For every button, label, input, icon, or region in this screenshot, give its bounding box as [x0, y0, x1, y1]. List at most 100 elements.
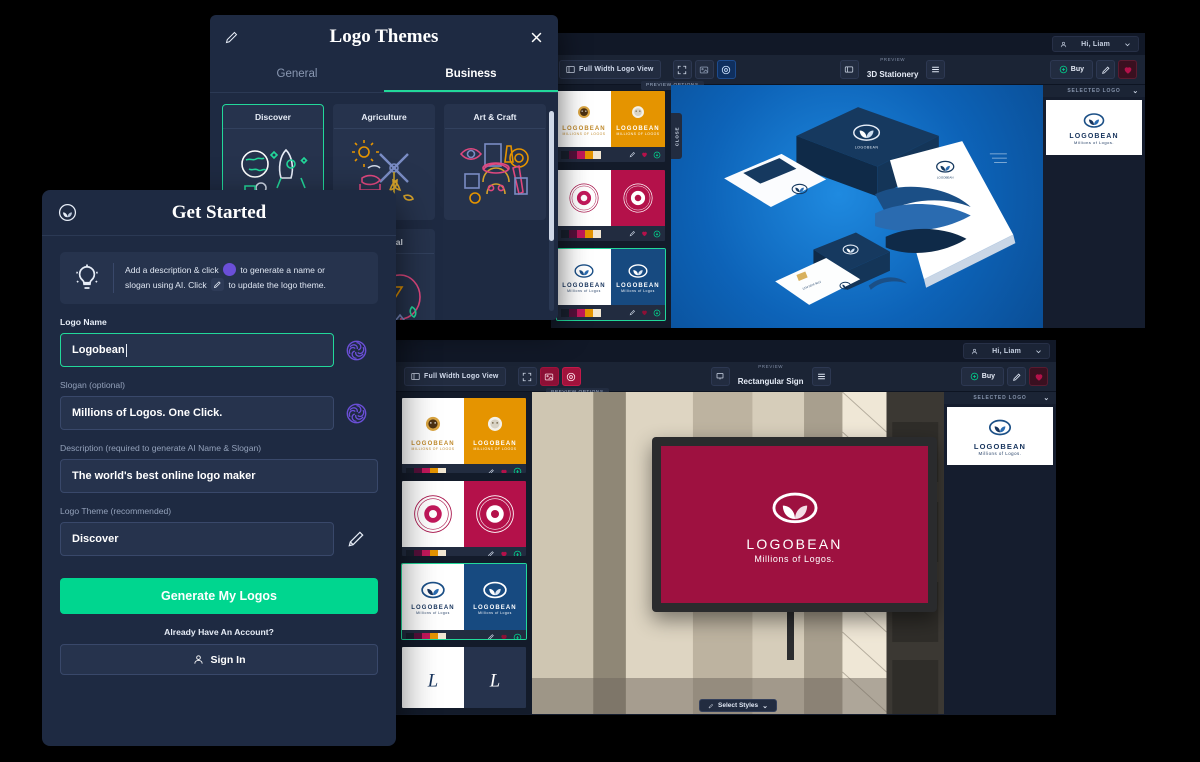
preview-canvas-stationery[interactable]: CLOSE LOGOBEAN LOGOBEAN 1234 5678 9012: [671, 85, 1043, 328]
collapse-sidebar-tab[interactable]: CLOSE: [671, 113, 682, 159]
preview-type-icon[interactable]: [710, 367, 730, 386]
generate-name-ai-button[interactable]: [334, 333, 378, 367]
selected-logo-card[interactable]: LOGOBEAN Millions of Logos.: [1046, 100, 1142, 155]
palette-icon[interactable]: [716, 60, 736, 79]
user-menu[interactable]: Hi, Liam: [963, 343, 1050, 359]
pencil-icon[interactable]: [629, 151, 636, 158]
close-icon[interactable]: [529, 30, 544, 45]
hint-line2-end: to update the logo theme.: [228, 280, 326, 291]
selected-logo-card[interactable]: LOGOBEAN Millions of Logos.: [947, 407, 1053, 465]
download-icon[interactable]: [513, 467, 522, 474]
full-width-logo-view-button[interactable]: Full Width Logo View: [559, 60, 661, 79]
pencil-icon[interactable]: [487, 633, 495, 639]
slogan-input[interactable]: Millions of Logos. One Click.: [60, 396, 334, 431]
preview-canvas-sign[interactable]: CLOSE: [532, 392, 944, 714]
heart-icon[interactable]: [641, 309, 648, 316]
field-logo-theme: Logo Theme (recommended) Discover: [60, 506, 378, 557]
buy-button[interactable]: Buy: [960, 367, 1005, 386]
leaf-mark-icon: [628, 264, 648, 278]
logo-thumbnail[interactable]: LOGOBEAN MILLIONS OF LOGOS LOGOBEAN MILLIO…: [401, 397, 527, 474]
fullscreen-icon[interactable]: [672, 60, 692, 79]
field-label: Logo Theme (recommended): [60, 506, 378, 516]
image-icon[interactable]: [694, 60, 714, 79]
user-menu[interactable]: Hi, Liam: [1052, 36, 1139, 52]
logo-name-input[interactable]: Logobean: [60, 333, 334, 368]
image-icon[interactable]: [539, 367, 559, 386]
full-width-logo-view-button[interactable]: Full Width Logo View: [404, 367, 506, 386]
sign-board[interactable]: LOGOBEAN Millions of Logos.: [652, 437, 937, 612]
pencil-icon[interactable]: [224, 30, 239, 45]
field-logo-name: Logo Name Logobean: [60, 317, 378, 368]
selected-logo-header[interactable]: SELECTED LOGO ⌄: [1043, 85, 1145, 97]
download-icon[interactable]: [513, 633, 522, 640]
hamburger-icon[interactable]: [811, 367, 831, 386]
pencil-icon[interactable]: [487, 468, 495, 474]
edit-logo-theme-button[interactable]: [334, 522, 378, 556]
pencil-icon[interactable]: [629, 230, 636, 237]
field-slogan: Slogan (optional) Millions of Logos. One…: [60, 380, 378, 431]
download-icon[interactable]: [653, 230, 661, 238]
edit-logo-button[interactable]: [1096, 60, 1116, 79]
generate-my-logos-button[interactable]: Generate My Logos: [60, 578, 378, 615]
field-label-text: Description: [60, 443, 103, 454]
leaf-mark-icon: [483, 582, 507, 599]
logo-thumbnail-selected[interactable]: LOGOBEAN Millions of Logos LOGOBEAN Millio…: [556, 248, 666, 321]
logo-theme-value: Discover: [72, 533, 119, 546]
heart-icon[interactable]: [641, 151, 648, 158]
buy-label: Buy: [1070, 66, 1085, 73]
pencil-icon[interactable]: [487, 550, 495, 556]
heart-icon[interactable]: [500, 468, 508, 474]
heart-icon[interactable]: [500, 633, 508, 639]
preview-type-icon[interactable]: [839, 60, 859, 79]
heart-icon[interactable]: [641, 230, 648, 237]
panel-header: Get Started: [42, 190, 396, 236]
logo-thumbnail[interactable]: [401, 480, 527, 557]
logo-thumbnail[interactable]: [556, 169, 666, 242]
modal-scrollbar[interactable]: [549, 111, 554, 311]
hamburger-icon[interactable]: [926, 60, 946, 79]
split-view-icon: [566, 66, 575, 73]
style-toolbar: ICON PALETTE Michroma FONT: [396, 714, 1056, 715]
tab-general[interactable]: General: [210, 59, 384, 92]
heart-icon: [1035, 373, 1042, 381]
download-icon[interactable]: [513, 550, 522, 557]
logo-thumbnail-bar: [402, 546, 526, 557]
pencil-icon[interactable]: [629, 309, 636, 316]
user-icon: [972, 348, 978, 354]
palette-swatches: [406, 550, 446, 556]
ring-mark-icon: [414, 495, 452, 533]
select-styles-label: Select Styles: [718, 702, 759, 709]
download-icon[interactable]: [653, 151, 661, 159]
download-icon[interactable]: [653, 309, 661, 317]
description-input[interactable]: The world's best online logo maker: [60, 459, 378, 494]
selected-logo-slogan: Millions of Logos.: [1074, 140, 1114, 145]
favorite-button[interactable]: [1029, 367, 1049, 386]
sign-in-button[interactable]: Sign In: [60, 644, 378, 676]
heart-icon[interactable]: [500, 550, 508, 556]
theme-card-art-craft[interactable]: Art & Craft: [444, 104, 546, 220]
thumb-logo-slogan: MILLIONS OF LOGOS: [616, 132, 660, 136]
theme-card-art: [445, 129, 545, 219]
palette-icon[interactable]: [561, 367, 581, 386]
scrollbar-thumb[interactable]: [549, 111, 554, 241]
logo-thumbnail-selected[interactable]: LOGOBEAN Millions of Logos LOGOBEAN Millio…: [401, 562, 527, 640]
generate-slogan-ai-button[interactable]: [334, 396, 378, 430]
selected-logo-header[interactable]: SELECTED LOGO ⌄: [944, 392, 1056, 404]
theme-card-label: Discover: [223, 105, 323, 129]
select-styles-button[interactable]: Select Styles ⌄: [699, 699, 777, 712]
logo-thumbnail[interactable]: LOGOBEAN MILLIONS OF LOGOS LOGOBEAN MILLIO…: [556, 90, 666, 163]
favorite-button[interactable]: [1118, 60, 1138, 79]
buy-button[interactable]: Buy: [1049, 60, 1094, 79]
editor-window-sign: Hi, Liam Full Width Logo View PREVIEW OP…: [396, 340, 1056, 715]
script-monogram-icon: L: [427, 670, 438, 691]
ai-hint-box: Add a description & click to generate a …: [60, 252, 378, 305]
logo-theme-input[interactable]: Discover: [60, 522, 334, 557]
hint-line1-start: Add a description & click: [125, 265, 219, 275]
palette-swatches: [561, 229, 601, 238]
edit-logo-button[interactable]: [1007, 367, 1027, 386]
thumb-logo-slogan: Millions of Logos: [567, 289, 601, 293]
tab-business[interactable]: Business: [384, 59, 558, 92]
fullscreen-icon[interactable]: [517, 367, 537, 386]
editor-window-stationery: Hi, Liam Full Width Logo View PREVIEW OP…: [551, 33, 1145, 328]
logo-thumbnail[interactable]: L L: [401, 646, 527, 709]
